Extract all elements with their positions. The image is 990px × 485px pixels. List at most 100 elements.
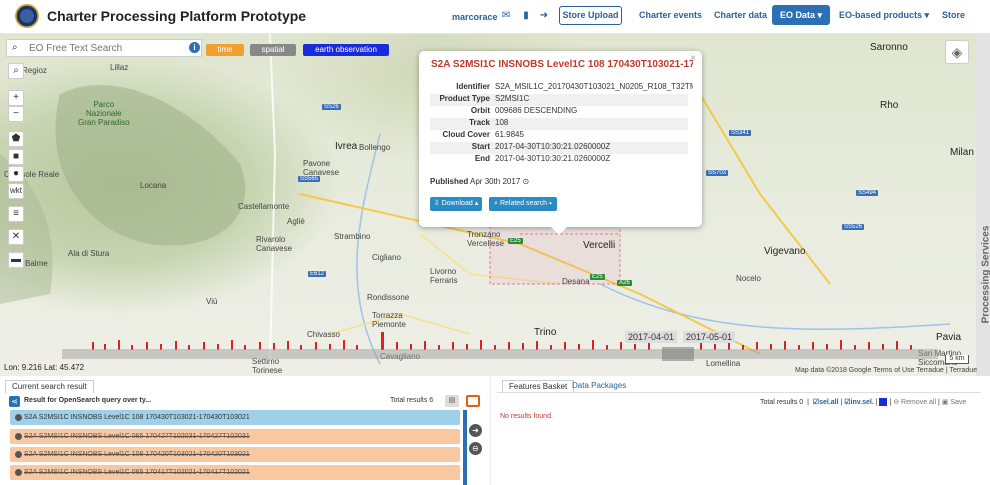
nav-eo-data[interactable]: EO Data ▾ [772, 5, 830, 25]
result-label: S2A S2MSI1C INSNOBS Level1C 065 170417T1… [24, 469, 250, 476]
result-item[interactable]: S2A S2MSI1C INSNOBS Level1C 108 170420T1… [10, 447, 460, 462]
road-badge: SS494 [856, 190, 879, 196]
download-label: Download [441, 200, 473, 207]
result-item[interactable]: S2A S2MSI1C INSNOBS Level1C 065 170417T1… [10, 465, 460, 480]
prop-value: 61.9845 [495, 130, 524, 139]
eo-search-box[interactable]: ⌕ [6, 39, 202, 57]
wkt-button[interactable]: wkt [8, 183, 24, 199]
prop-row: End 2017-04-30T10:30:21.0260000Z [430, 154, 688, 166]
nav-charter-events[interactable]: Charter events [639, 10, 702, 20]
invert-selection-button[interactable]: ☑inv.sel. [844, 399, 874, 406]
filter-chip-spatial[interactable]: spatial [250, 44, 296, 56]
result-item[interactable]: S2A S2MSI1C INSNOBS Level1C 108 170430T1… [10, 410, 460, 425]
related-search-label: Related search [499, 200, 548, 207]
road-badge: E25 [508, 238, 523, 244]
prop-value: S2A_MSIL1C_20170430T103021_N0205_R108_T3… [495, 82, 693, 91]
timeline-track[interactable] [62, 349, 938, 359]
map-label-rho: Rho [880, 100, 899, 111]
book-icon[interactable]: ▮ [520, 10, 532, 22]
road-badge: SS703 [706, 170, 729, 176]
save-button[interactable]: ▣ Save [942, 399, 967, 406]
map-marker-icon[interactable]: ● [8, 166, 24, 182]
prop-row: Orbit 009686 DESCENDING [430, 106, 688, 118]
prop-row: Identifier S2A_MSIL1C_20170430T103021_N02… [430, 82, 693, 94]
result-label: S2A S2MSI1C INSNOBS Level1C 108 170430T1… [24, 414, 250, 421]
sign-out-icon[interactable]: ➜ [538, 10, 550, 22]
map-label-rivarolo: Rivarolo Canavese [256, 235, 293, 253]
prop-key: Identifier [456, 82, 490, 91]
user-name-link[interactable]: marcorace [452, 12, 498, 22]
clock-icon: ⊙ [522, 177, 530, 186]
download-button[interactable]: ⇩ Download ▴ [430, 197, 482, 211]
layers-switcher-icon[interactable]: ◈ [945, 40, 969, 64]
map-label-pavone: Pavone Canavese [303, 159, 340, 177]
prop-row: Track 108 [430, 118, 688, 130]
app-title: Charter Processing Platform Prototype [47, 8, 307, 24]
basket-add-icon[interactable] [466, 395, 480, 407]
select-all-button[interactable]: ☑sel.all [813, 399, 839, 406]
map-label-lomellina: Lomellina [706, 359, 741, 368]
map-label-aglie: Agliè [287, 217, 305, 226]
processing-services-tab[interactable]: Processing Services [976, 34, 990, 376]
result-label: S2A S2MSI1C INSNOBS Level1C 065 170427T1… [24, 433, 250, 440]
download-icon: ⇩ [433, 200, 440, 207]
store-upload-button[interactable]: Store Upload [559, 6, 622, 25]
map-label-livorno: Livorno Ferraris [430, 267, 458, 285]
published-date: Apr 30th 2017 [470, 177, 521, 186]
arrow-left-icon[interactable]: ⊖ [469, 442, 482, 455]
results-scrollbar[interactable] [463, 410, 467, 485]
map-label-vercelli: Vercelli [583, 240, 616, 251]
map-label-cigliano: Cigliano [372, 253, 401, 262]
search-tool-icon[interactable]: ⌕ [8, 63, 24, 79]
results-total: Total results 6 [390, 397, 434, 404]
charter-logo [15, 4, 39, 28]
eo-free-text-search-input[interactable] [29, 41, 189, 55]
map-label-rondissone: Rondissone [367, 293, 410, 302]
square-icon[interactable]: ■ [8, 149, 24, 165]
list-view-icon[interactable]: ▤ [445, 395, 459, 407]
prop-value: 108 [495, 118, 509, 127]
related-search-button[interactable]: ⌕ Related search ▴ [489, 197, 557, 211]
arrow-right-icon[interactable]: ➜ [469, 424, 482, 437]
result-item[interactable]: S2A S2MSI1C INSNOBS Level1C 065 170427T1… [10, 429, 460, 444]
prop-value: 2017-04-30T10:30:21.0260000Z [495, 142, 611, 151]
color-swatch[interactable] [879, 398, 888, 407]
polygon-icon[interactable]: ⬟ [8, 131, 24, 147]
map-label-bollengo: Bollengo [359, 143, 391, 152]
map-label-balme: Balme [25, 259, 48, 268]
zoom-out-icon[interactable]: − [8, 106, 24, 122]
share-icon[interactable]: ⋖ [9, 396, 20, 407]
tab-current-search-result[interactable]: Current search result [5, 380, 94, 393]
envelope-icon[interactable]: ✉ [500, 10, 512, 22]
ruler-icon[interactable]: ▬ [8, 252, 24, 268]
timeline-date-start: 2017-04-01 [625, 331, 678, 343]
timeline-handle[interactable] [662, 347, 694, 361]
timeline-date-end: 2017-05-01 [683, 331, 736, 343]
info-icon[interactable]: i [189, 42, 200, 53]
filter-chip-time[interactable]: time [206, 44, 244, 56]
basket-toolbar: Total results 0 | ☑sel.all | ☑inv.sel. |… [760, 398, 967, 407]
road-badge: A26 [617, 280, 632, 286]
map-label-viu: Viù [206, 297, 218, 306]
nav-eo-data-label: EO Data [779, 10, 815, 20]
prop-key: Track [469, 118, 490, 127]
prop-key: Start [471, 142, 490, 151]
nav-eo-based-products-label: EO-based products [839, 10, 923, 20]
results-heading: Result for OpenSearch query over ty... [24, 397, 152, 404]
result-dot [15, 469, 22, 476]
road-badge: E612 [308, 271, 327, 277]
feature-popup: × S2A S2MSI1C INSNOBS Level1C 108 170430… [419, 51, 702, 235]
remove-all-button[interactable]: ⊖ Remove all [893, 399, 936, 406]
zoom-in-icon[interactable]: + [8, 90, 24, 106]
result-dot [15, 433, 22, 440]
layers-stack-icon[interactable]: ≡ [8, 206, 24, 222]
published-line: Published Apr 30th 2017 ⊙ [430, 177, 529, 186]
filter-chip-earth-observation[interactable]: earth observation [303, 44, 389, 56]
nav-charter-data[interactable]: Charter data [714, 10, 767, 20]
crosshair-icon[interactable]: ✕ [8, 229, 24, 245]
invert-selection-label: inv.sel. [850, 399, 874, 406]
nav-eo-based-products[interactable]: EO-based products ▾ [839, 10, 929, 21]
nav-store[interactable]: Store [942, 10, 965, 20]
road-badge: E25 [590, 274, 605, 280]
map-label-parco: Parco Nazionale Gran Paradiso [78, 100, 130, 127]
